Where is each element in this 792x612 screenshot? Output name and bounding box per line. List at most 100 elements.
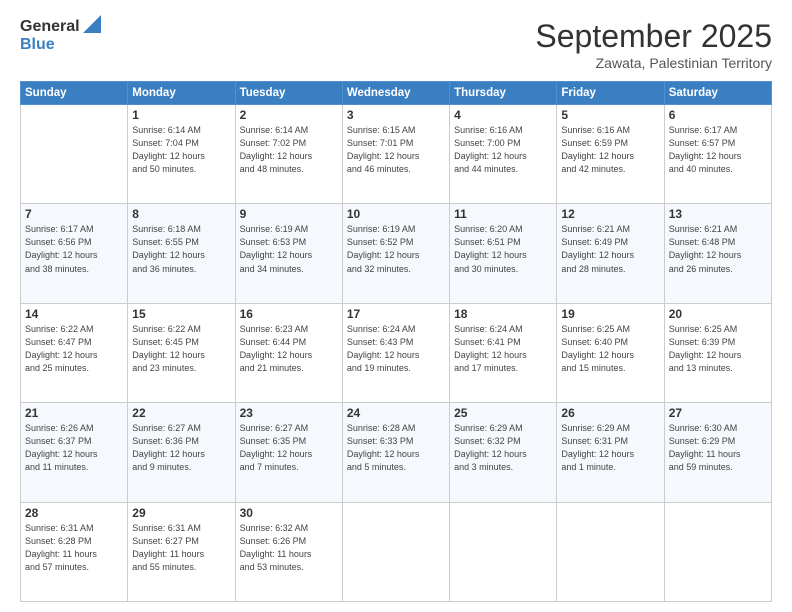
day-info: Sunrise: 6:29 AM Sunset: 6:32 PM Dayligh… [454,422,552,474]
week-row-2: 7 Sunrise: 6:17 AM Sunset: 6:56 PM Daylig… [21,204,772,303]
day-info: Sunrise: 6:26 AM Sunset: 6:37 PM Dayligh… [25,422,123,474]
cell-3-6: 19 Sunrise: 6:25 AM Sunset: 6:40 PM Dayli… [557,303,664,402]
cell-2-1: 7 Sunrise: 6:17 AM Sunset: 6:56 PM Daylig… [21,204,128,303]
day-number: 26 [561,406,659,420]
day-number: 22 [132,406,230,420]
cell-3-7: 20 Sunrise: 6:25 AM Sunset: 6:39 PM Dayli… [664,303,771,402]
day-info: Sunrise: 6:19 AM Sunset: 6:52 PM Dayligh… [347,223,445,275]
day-info: Sunrise: 6:23 AM Sunset: 6:44 PM Dayligh… [240,323,338,375]
day-number: 30 [240,506,338,520]
header: General Blue September 2025 Zawata, Pale… [20,18,772,71]
day-info: Sunrise: 6:17 AM Sunset: 6:56 PM Dayligh… [25,223,123,275]
cell-3-4: 17 Sunrise: 6:24 AM Sunset: 6:43 PM Dayli… [342,303,449,402]
day-info: Sunrise: 6:16 AM Sunset: 7:00 PM Dayligh… [454,124,552,176]
title-block: September 2025 Zawata, Palestinian Terri… [535,18,772,71]
col-wednesday: Wednesday [342,82,449,105]
day-info: Sunrise: 6:28 AM Sunset: 6:33 PM Dayligh… [347,422,445,474]
day-number: 5 [561,108,659,122]
day-number: 18 [454,307,552,321]
cell-5-7 [664,502,771,601]
cell-4-2: 22 Sunrise: 6:27 AM Sunset: 6:36 PM Dayli… [128,403,235,502]
day-info: Sunrise: 6:18 AM Sunset: 6:55 PM Dayligh… [132,223,230,275]
cell-3-3: 16 Sunrise: 6:23 AM Sunset: 6:44 PM Dayli… [235,303,342,402]
cell-2-4: 10 Sunrise: 6:19 AM Sunset: 6:52 PM Dayli… [342,204,449,303]
day-info: Sunrise: 6:29 AM Sunset: 6:31 PM Dayligh… [561,422,659,474]
day-number: 17 [347,307,445,321]
cell-5-1: 28 Sunrise: 6:31 AM Sunset: 6:28 PM Dayli… [21,502,128,601]
cell-5-4 [342,502,449,601]
cell-1-6: 5 Sunrise: 6:16 AM Sunset: 6:59 PM Daylig… [557,105,664,204]
week-row-4: 21Sunrise: 6:26 AM Sunset: 6:37 PM Dayli… [21,403,772,502]
day-info: Sunrise: 6:24 AM Sunset: 6:43 PM Dayligh… [347,323,445,375]
page: General Blue September 2025 Zawata, Pale… [0,0,792,612]
day-number: 4 [454,108,552,122]
cell-1-1 [21,105,128,204]
day-number: 19 [561,307,659,321]
day-number: 28 [25,506,123,520]
day-info: Sunrise: 6:16 AM Sunset: 6:59 PM Dayligh… [561,124,659,176]
day-info: Sunrise: 6:31 AM Sunset: 6:27 PM Dayligh… [132,522,230,574]
cell-2-2: 8 Sunrise: 6:18 AM Sunset: 6:55 PM Daylig… [128,204,235,303]
day-number: 1 [132,108,230,122]
logo: General Blue [20,18,101,53]
day-number: 29 [132,506,230,520]
day-info: Sunrise: 6:22 AM Sunset: 6:45 PM Dayligh… [132,323,230,375]
col-monday: Monday [128,82,235,105]
cell-3-5: 18 Sunrise: 6:24 AM Sunset: 6:41 PM Dayli… [450,303,557,402]
day-number: 25 [454,406,552,420]
cell-5-5 [450,502,557,601]
col-sunday: Sunday [21,82,128,105]
day-number: 3 [347,108,445,122]
day-info: Sunrise: 6:24 AM Sunset: 6:41 PM Dayligh… [454,323,552,375]
day-number: 24 [347,406,445,420]
week-row-1: 1Sunrise: 6:14 AM Sunset: 7:04 PM Daylig… [21,105,772,204]
day-number: 15 [132,307,230,321]
cell-5-3: 30 Sunrise: 6:32 AM Sunset: 6:26 PM Dayli… [235,502,342,601]
cell-1-5: 4 Sunrise: 6:16 AM Sunset: 7:00 PM Daylig… [450,105,557,204]
day-info: Sunrise: 6:31 AM Sunset: 6:28 PM Dayligh… [25,522,123,574]
cell-1-4: 3 Sunrise: 6:15 AM Sunset: 7:01 PM Daylig… [342,105,449,204]
cell-3-1: 14Sunrise: 6:22 AM Sunset: 6:47 PM Dayli… [21,303,128,402]
cell-4-3: 23Sunrise: 6:27 AM Sunset: 6:35 PM Dayli… [235,403,342,502]
day-number: 20 [669,307,767,321]
cell-5-2: 29 Sunrise: 6:31 AM Sunset: 6:27 PM Dayli… [128,502,235,601]
day-number: 6 [669,108,767,122]
day-info: Sunrise: 6:32 AM Sunset: 6:26 PM Dayligh… [240,522,338,574]
cell-2-5: 11Sunrise: 6:20 AM Sunset: 6:51 PM Dayli… [450,204,557,303]
cell-4-4: 24 Sunrise: 6:28 AM Sunset: 6:33 PM Dayli… [342,403,449,502]
cell-4-5: 25 Sunrise: 6:29 AM Sunset: 6:32 PM Dayli… [450,403,557,502]
day-number: 16 [240,307,338,321]
cell-2-3: 9Sunrise: 6:19 AM Sunset: 6:53 PM Daylig… [235,204,342,303]
col-tuesday: Tuesday [235,82,342,105]
day-info: Sunrise: 6:27 AM Sunset: 6:35 PM Dayligh… [240,422,338,474]
day-info: Sunrise: 6:25 AM Sunset: 6:40 PM Dayligh… [561,323,659,375]
title-location: Zawata, Palestinian Territory [535,55,772,71]
day-number: 12 [561,207,659,221]
col-saturday: Saturday [664,82,771,105]
day-number: 8 [132,207,230,221]
cell-2-7: 13Sunrise: 6:21 AM Sunset: 6:48 PM Dayli… [664,204,771,303]
logo-general: General [20,18,80,36]
day-info: Sunrise: 6:15 AM Sunset: 7:01 PM Dayligh… [347,124,445,176]
day-info: Sunrise: 6:27 AM Sunset: 6:36 PM Dayligh… [132,422,230,474]
day-number: 10 [347,207,445,221]
day-info: Sunrise: 6:19 AM Sunset: 6:53 PM Dayligh… [240,223,338,275]
cell-3-2: 15 Sunrise: 6:22 AM Sunset: 6:45 PM Dayli… [128,303,235,402]
title-month: September 2025 [535,18,772,55]
cell-5-6 [557,502,664,601]
day-number: 2 [240,108,338,122]
cell-4-6: 26 Sunrise: 6:29 AM Sunset: 6:31 PM Dayli… [557,403,664,502]
day-info: Sunrise: 6:25 AM Sunset: 6:39 PM Dayligh… [669,323,767,375]
week-row-3: 14Sunrise: 6:22 AM Sunset: 6:47 PM Dayli… [21,303,772,402]
cell-1-7: 6 Sunrise: 6:17 AM Sunset: 6:57 PM Daylig… [664,105,771,204]
day-info: Sunrise: 6:21 AM Sunset: 6:49 PM Dayligh… [561,223,659,275]
day-info: Sunrise: 6:17 AM Sunset: 6:57 PM Dayligh… [669,124,767,176]
day-info: Sunrise: 6:30 AM Sunset: 6:29 PM Dayligh… [669,422,767,474]
cell-2-6: 12 Sunrise: 6:21 AM Sunset: 6:49 PM Dayli… [557,204,664,303]
day-info: Sunrise: 6:14 AM Sunset: 7:02 PM Dayligh… [240,124,338,176]
day-number: 11 [454,207,552,221]
logo-icon [83,15,101,33]
logo-blue: Blue [20,36,55,54]
col-friday: Friday [557,82,664,105]
day-number: 7 [25,207,123,221]
